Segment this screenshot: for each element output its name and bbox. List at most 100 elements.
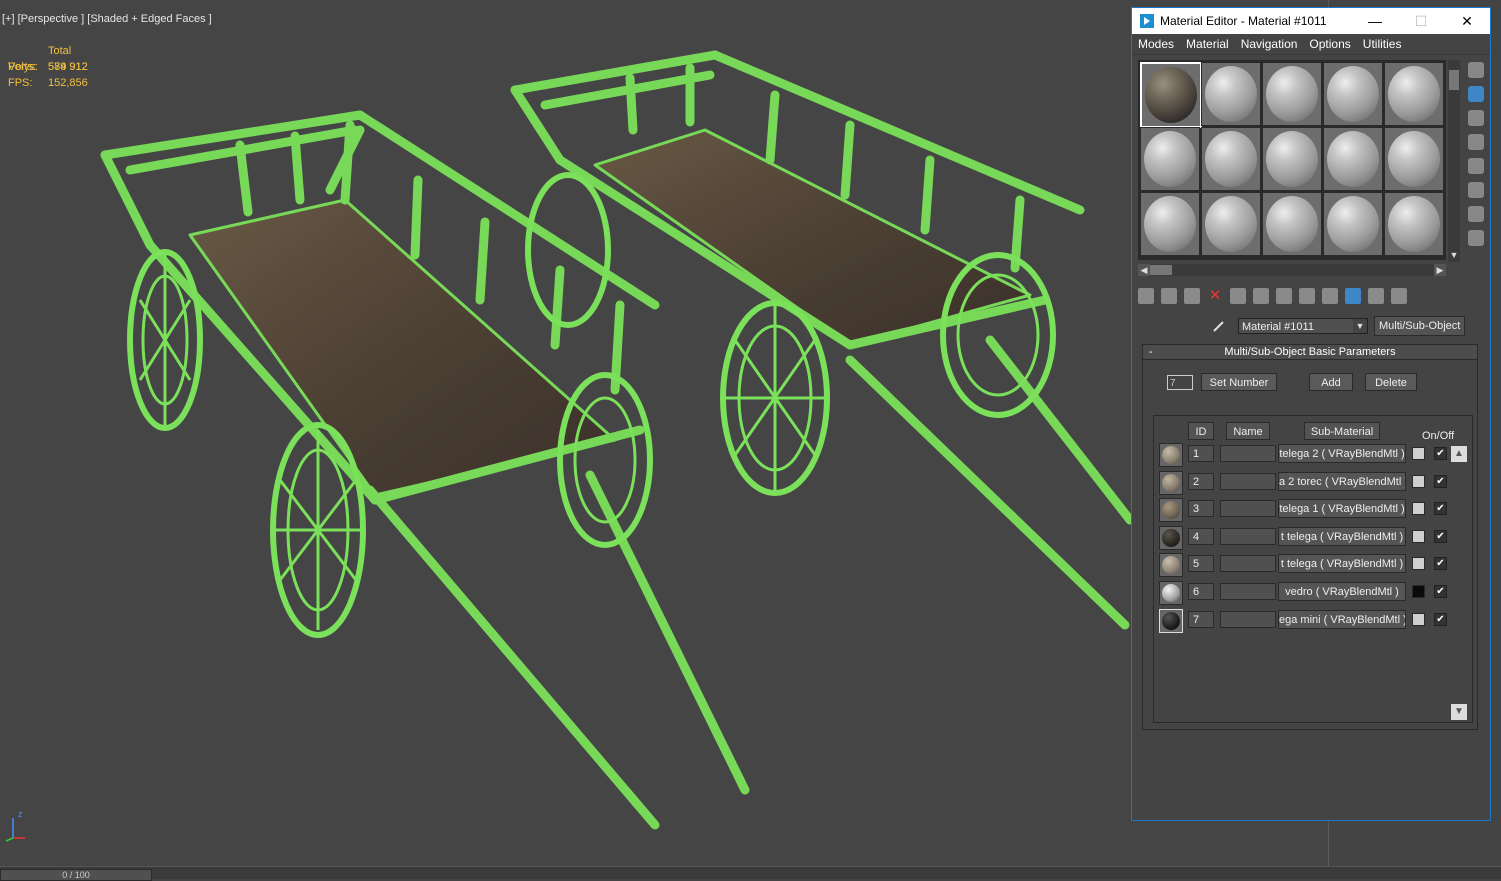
copy-material-icon[interactable]: [1230, 288, 1246, 304]
sub-material-name-field[interactable]: [1220, 611, 1276, 628]
eyedropper-icon[interactable]: [1212, 319, 1226, 333]
minimize-button[interactable]: —: [1352, 8, 1398, 34]
sample-slot[interactable]: [1384, 192, 1444, 256]
material-type-button[interactable]: Multi/Sub-Object: [1374, 316, 1466, 336]
make-preview-icon[interactable]: [1468, 182, 1484, 198]
color-swatch[interactable]: [1412, 585, 1425, 598]
material-editor-titlebar[interactable]: Material Editor - Material #1011 — ☐ ✕: [1132, 8, 1490, 34]
perspective-viewport[interactable]: [+] [Perspective ] [Shaded + Edged Faces…: [0, 0, 1329, 866]
sub-material-id[interactable]: 6: [1188, 583, 1214, 600]
scroll-down-arrow-icon[interactable]: ▼: [1448, 250, 1460, 262]
list-scroll-down-icon[interactable]: ▼: [1451, 704, 1467, 720]
sub-material-column-header[interactable]: Sub-Material: [1304, 422, 1380, 440]
sample-slot[interactable]: [1323, 127, 1383, 191]
name-column-header[interactable]: Name: [1226, 422, 1270, 440]
sub-material-button[interactable]: vedro ( VRayBlendMtl ): [1278, 582, 1406, 601]
sample-slot[interactable]: [1140, 192, 1200, 256]
chevron-down-icon[interactable]: ▼: [1353, 319, 1367, 333]
menu-material[interactable]: Material: [1180, 37, 1235, 51]
sub-material-button[interactable]: telega 1 ( VRayBlendMtl ): [1278, 499, 1406, 518]
scroll-left-arrow-icon[interactable]: ◀: [1138, 264, 1150, 276]
color-swatch[interactable]: [1412, 557, 1425, 570]
menu-modes[interactable]: Modes: [1132, 37, 1180, 51]
sub-material-id[interactable]: 2: [1188, 473, 1214, 490]
sub-material-button[interactable]: t telega ( VRayBlendMtl ): [1278, 527, 1406, 546]
viewport-label[interactable]: [+] [Perspective ] [Shaded + Edged Faces…: [2, 13, 212, 25]
sub-material-name-field[interactable]: [1220, 473, 1276, 490]
sample-uv-tiling-icon[interactable]: [1468, 134, 1484, 150]
show-map-in-viewport-icon[interactable]: [1322, 288, 1338, 304]
sub-material-preview[interactable]: [1159, 553, 1183, 577]
select-by-material-icon[interactable]: [1468, 230, 1484, 246]
sample-slot[interactable]: [1384, 62, 1444, 126]
color-swatch[interactable]: [1412, 530, 1425, 543]
scroll-thumb[interactable]: [1150, 265, 1172, 275]
sub-material-button[interactable]: telega 2 ( VRayBlendMtl ): [1278, 444, 1406, 463]
rollout-collapse-icon[interactable]: -: [1149, 345, 1153, 359]
material-id-channel-icon[interactable]: [1299, 288, 1315, 304]
sub-material-name-field[interactable]: [1220, 583, 1276, 600]
color-swatch[interactable]: [1412, 613, 1425, 626]
sample-slot[interactable]: [1201, 62, 1261, 126]
on-off-checkbox[interactable]: ✔: [1434, 585, 1447, 598]
rollout-header[interactable]: - Multi/Sub-Object Basic Parameters: [1143, 345, 1477, 360]
sub-material-preview[interactable]: [1159, 498, 1183, 522]
sub-material-id[interactable]: 3: [1188, 500, 1214, 517]
on-off-checkbox[interactable]: ✔: [1434, 530, 1447, 543]
sample-slot[interactable]: [1201, 192, 1261, 256]
color-swatch[interactable]: [1412, 502, 1425, 515]
video-color-check-icon[interactable]: [1468, 158, 1484, 174]
sample-slot[interactable]: [1262, 192, 1322, 256]
options-icon[interactable]: [1468, 206, 1484, 222]
sub-material-name-field[interactable]: [1220, 555, 1276, 572]
slots-vertical-scrollbar[interactable]: ▼: [1448, 60, 1460, 262]
material-editor-window[interactable]: Material Editor - Material #1011 — ☐ ✕ M…: [1131, 7, 1491, 821]
on-off-checkbox[interactable]: ✔: [1434, 613, 1447, 626]
reset-material-icon[interactable]: ✕: [1207, 288, 1223, 304]
menu-options[interactable]: Options: [1303, 37, 1356, 51]
sub-material-id[interactable]: 1: [1188, 445, 1214, 462]
delete-button[interactable]: Delete: [1365, 373, 1417, 391]
scroll-thumb[interactable]: [1449, 70, 1459, 90]
sub-material-preview[interactable]: [1159, 443, 1183, 467]
sample-slot[interactable]: [1384, 127, 1444, 191]
sample-slot[interactable]: [1262, 62, 1322, 126]
add-button[interactable]: Add: [1309, 373, 1353, 391]
sample-type-icon[interactable]: [1468, 62, 1484, 78]
sub-material-id[interactable]: 4: [1188, 528, 1214, 545]
sub-material-name-field[interactable]: [1220, 500, 1276, 517]
sample-slot[interactable]: [1140, 62, 1202, 128]
sample-slot[interactable]: [1323, 192, 1383, 256]
make-unique-icon[interactable]: [1253, 288, 1269, 304]
scroll-right-arrow-icon[interactable]: ▶: [1434, 264, 1446, 276]
sub-material-preview[interactable]: [1159, 581, 1183, 605]
sample-slot[interactable]: [1323, 62, 1383, 126]
on-off-checkbox[interactable]: ✔: [1434, 447, 1447, 460]
sample-slot[interactable]: [1140, 127, 1200, 191]
show-end-result-icon[interactable]: [1345, 288, 1361, 304]
backlight-icon[interactable]: [1468, 86, 1484, 102]
on-off-checkbox[interactable]: ✔: [1434, 557, 1447, 570]
close-button[interactable]: ✕: [1444, 8, 1490, 34]
sub-material-preview[interactable]: [1159, 609, 1183, 633]
slots-horizontal-scrollbar[interactable]: ◀ ▶: [1138, 264, 1446, 276]
go-to-parent-icon[interactable]: [1368, 288, 1384, 304]
color-swatch[interactable]: [1412, 447, 1425, 460]
sub-material-id[interactable]: 7: [1188, 611, 1214, 628]
sample-slot[interactable]: [1201, 127, 1261, 191]
sub-material-button[interactable]: a 2 torec ( VRayBlendMtl ): [1278, 472, 1406, 491]
sub-material-button[interactable]: t telega ( VRayBlendMtl ): [1278, 554, 1406, 573]
sample-slot[interactable]: [1262, 127, 1322, 191]
set-number-button[interactable]: Set Number: [1201, 373, 1277, 391]
number-of-materials-field[interactable]: 7: [1167, 375, 1193, 390]
time-slider[interactable]: 0 / 100: [0, 869, 152, 881]
sub-material-name-field[interactable]: [1220, 528, 1276, 545]
on-off-checkbox[interactable]: ✔: [1434, 502, 1447, 515]
material-name-field[interactable]: Material #1011 ▼: [1238, 318, 1368, 334]
on-off-checkbox[interactable]: ✔: [1434, 475, 1447, 488]
background-checker-icon[interactable]: [1468, 110, 1484, 126]
sub-material-name-field[interactable]: [1220, 445, 1276, 462]
assign-to-selection-icon[interactable]: [1184, 288, 1200, 304]
put-to-library-icon[interactable]: [1276, 288, 1292, 304]
maximize-button[interactable]: ☐: [1398, 8, 1444, 34]
